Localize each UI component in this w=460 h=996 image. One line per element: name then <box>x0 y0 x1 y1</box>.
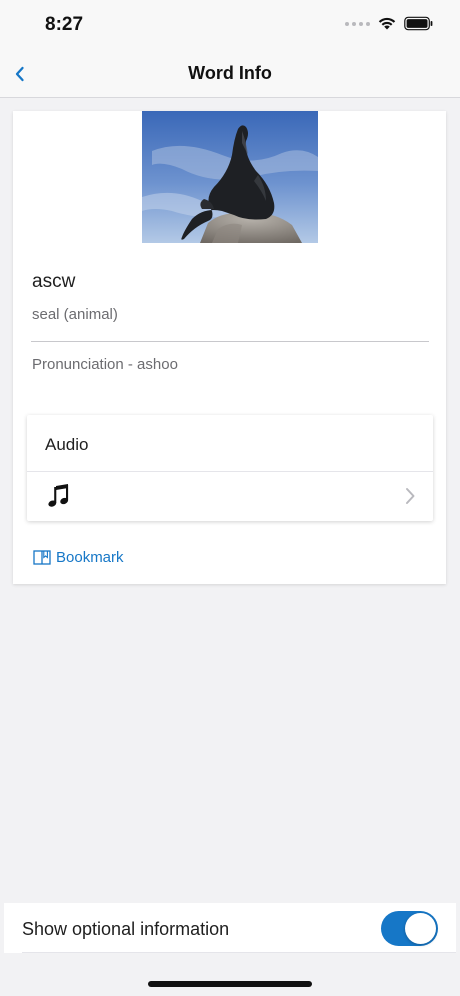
pronunciation-text: Pronunciation - ashoo <box>32 356 178 373</box>
status-icons <box>345 16 434 31</box>
word-card: ascw seal (animal) Pronunciation - ashoo… <box>13 111 446 584</box>
divider <box>22 952 456 953</box>
music-note-icon <box>48 484 69 507</box>
word-image <box>142 111 318 243</box>
word-meaning: seal (animal) <box>32 306 118 323</box>
home-indicator <box>148 981 312 987</box>
word-text: ascw <box>32 271 76 292</box>
chevron-right-icon <box>406 488 415 504</box>
optional-info-label: Show optional information <box>22 919 230 939</box>
optional-info-bar: Show optional information <box>4 903 456 953</box>
book-icon <box>33 549 51 565</box>
battery-icon <box>404 16 433 31</box>
status-time: 8:27 <box>45 14 84 35</box>
audio-play-row[interactable] <box>27 472 433 521</box>
status-bar: 8:27 <box>0 0 460 50</box>
bookmark-button[interactable]: Bookmark <box>33 549 124 566</box>
cellular-signal-icon <box>345 21 370 26</box>
navigation-bar: Word Info <box>0 50 460 98</box>
audio-section-header: Audio <box>45 435 89 454</box>
toggle-knob <box>405 913 436 944</box>
bookmark-label: Bookmark <box>56 549 124 566</box>
page-title: Word Info <box>188 63 272 83</box>
divider <box>31 341 429 342</box>
audio-section: Audio <box>27 415 433 521</box>
optional-info-toggle[interactable] <box>381 911 438 946</box>
wifi-icon <box>378 17 396 30</box>
